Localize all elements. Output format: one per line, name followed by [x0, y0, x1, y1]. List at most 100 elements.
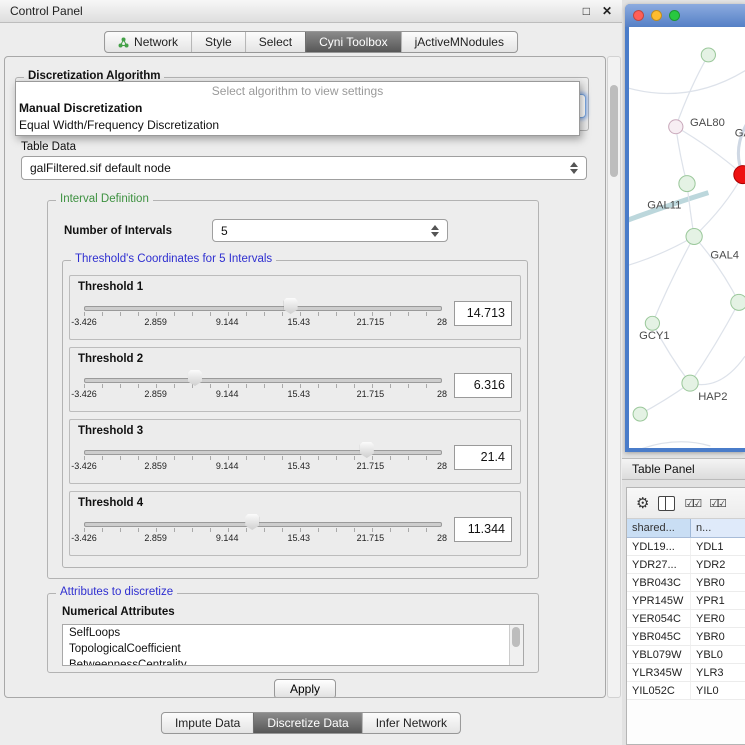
- network-node[interactable]: [645, 316, 659, 330]
- tab-infer-network[interactable]: Infer Network: [362, 713, 460, 733]
- network-edge[interactable]: [640, 383, 690, 414]
- network-node[interactable]: [682, 375, 698, 391]
- cell-name[interactable]: YER0: [691, 610, 745, 627]
- cell-name[interactable]: YLR3: [691, 664, 745, 681]
- tab-jactivemnodules[interactable]: jActiveMNodules: [401, 32, 517, 52]
- cell-name[interactable]: YPR1: [691, 592, 745, 609]
- cell-shared-name[interactable]: YPR145W: [627, 592, 691, 609]
- dropdown-option-manual-discretization[interactable]: Manual Discretization: [16, 100, 579, 117]
- network-node-label: HAP2: [698, 391, 727, 403]
- slider-tick-labels: -3.4262.8599.14415.4321.71528: [84, 461, 442, 473]
- control-panel-title: Control Panel: [10, 4, 83, 18]
- slider-track[interactable]: [84, 306, 442, 311]
- threshold-slider[interactable]: -3.4262.8599.14415.4321.71528: [84, 511, 442, 547]
- cell-name[interactable]: YIL0: [691, 682, 745, 699]
- table-row[interactable]: YPR145W YPR1: [627, 592, 745, 610]
- cell-name[interactable]: YBL0: [691, 646, 745, 663]
- network-node-label: GAL11: [647, 200, 681, 212]
- scrollbar-thumb[interactable]: [512, 627, 520, 647]
- attributes-groupbox: Attributes to discretize Numerical Attri…: [47, 593, 539, 673]
- dropdown-option-equal-width-frequency[interactable]: Equal Width/Frequency Discretization: [16, 117, 579, 134]
- network-edge[interactable]: [694, 175, 743, 237]
- table-data-combobox[interactable]: galFiltered.sif default node: [21, 156, 587, 180]
- threshold-slider[interactable]: -3.4262.8599.14415.4321.71528: [84, 367, 442, 403]
- threshold-value-field[interactable]: 14.713: [454, 301, 512, 326]
- columns-icon[interactable]: [658, 496, 675, 511]
- tab-style[interactable]: Style: [191, 32, 245, 52]
- cell-shared-name[interactable]: YBL079W: [627, 646, 691, 663]
- cell-shared-name[interactable]: YDL19...: [627, 538, 691, 555]
- table-row[interactable]: YIL052C YIL0: [627, 682, 745, 700]
- cell-shared-name[interactable]: YIL052C: [627, 682, 691, 699]
- network-edge[interactable]: [629, 237, 694, 267]
- minimize-traffic-light-icon[interactable]: [651, 10, 662, 21]
- network-node[interactable]: [686, 229, 702, 245]
- table-row[interactable]: YLR345W YLR3: [627, 664, 745, 682]
- tab-select[interactable]: Select: [245, 32, 305, 52]
- table-row[interactable]: YBL079W YBL0: [627, 646, 745, 664]
- attribute-item[interactable]: BetweennessCentrality: [63, 657, 523, 666]
- scrollbar-thumb[interactable]: [610, 85, 618, 177]
- network-edge[interactable]: [676, 127, 687, 184]
- slider-track[interactable]: [84, 522, 442, 527]
- close-traffic-light-icon[interactable]: [633, 10, 644, 21]
- float-window-icon[interactable]: □: [583, 4, 590, 18]
- cell-shared-name[interactable]: YLR345W: [627, 664, 691, 681]
- select-columns-icon[interactable]: ☑☑: [684, 497, 700, 510]
- cell-name[interactable]: YBR0: [691, 574, 745, 591]
- network-node[interactable]: [679, 176, 695, 192]
- threshold-value-field[interactable]: 21.4: [454, 445, 512, 470]
- tab-impute-data[interactable]: Impute Data: [162, 713, 253, 733]
- network-node[interactable]: [701, 48, 715, 62]
- threshold-value-field[interactable]: 6.316: [454, 373, 512, 398]
- tick-label: 15.43: [288, 389, 311, 399]
- tick-label: 21.715: [357, 533, 385, 543]
- control-panel-scrollbar[interactable]: [607, 56, 621, 698]
- network-edge[interactable]: [652, 237, 694, 324]
- threshold-slider[interactable]: -3.4262.8599.14415.4321.71528: [84, 295, 442, 331]
- table-row[interactable]: YBR045C YBR0: [627, 628, 745, 646]
- cell-name[interactable]: YBR0: [691, 628, 745, 645]
- table-row[interactable]: YBR043C YBR0: [627, 574, 745, 592]
- network-canvas[interactable]: GAL80GAGAL11GAL4GCY1HAP2: [629, 27, 745, 448]
- gear-icon[interactable]: ⚙: [636, 496, 649, 511]
- network-node[interactable]: [731, 294, 745, 310]
- apply-button[interactable]: Apply: [274, 679, 336, 698]
- tick-label: 9.144: [216, 533, 239, 543]
- column-header-name[interactable]: n...: [691, 519, 745, 537]
- zoom-traffic-light-icon[interactable]: [669, 10, 680, 21]
- network-edge[interactable]: [694, 237, 739, 303]
- network-edge[interactable]: [629, 442, 710, 448]
- column-header-shared-name[interactable]: shared...: [627, 519, 691, 537]
- attribute-item[interactable]: TopologicalCoefficient: [63, 641, 523, 657]
- tab-network[interactable]: Network: [105, 32, 191, 52]
- stepper-icon: [562, 162, 578, 174]
- table-row[interactable]: YDR27... YDR2: [627, 556, 745, 574]
- attributes-list-scrollbar[interactable]: [509, 625, 523, 665]
- tab-discretize-data[interactable]: Discretize Data: [253, 713, 361, 733]
- table-row[interactable]: YER054C YER0: [627, 610, 745, 628]
- cell-shared-name[interactable]: YER054C: [627, 610, 691, 627]
- network-edge[interactable]: [676, 127, 743, 175]
- cell-shared-name[interactable]: YBR045C: [627, 628, 691, 645]
- threshold-slider[interactable]: -3.4262.8599.14415.4321.71528: [84, 439, 442, 475]
- close-window-icon[interactable]: ✕: [602, 4, 612, 18]
- tick-label: 9.144: [216, 461, 239, 471]
- cell-shared-name[interactable]: YBR043C: [627, 574, 691, 591]
- slider-track[interactable]: [84, 378, 442, 383]
- cell-name[interactable]: YDR2: [691, 556, 745, 573]
- cell-name[interactable]: YDL1: [691, 538, 745, 555]
- table-row[interactable]: YDL19... YDL1: [627, 538, 745, 556]
- numerical-attributes-list[interactable]: SelfLoopsTopologicalCoefficientBetweenne…: [62, 624, 524, 666]
- dropdown-option-placeholder[interactable]: Select algorithm to view settings: [16, 83, 579, 100]
- select-all-columns-icon[interactable]: ☑☑: [709, 497, 725, 510]
- network-node[interactable]: [669, 120, 683, 134]
- number-of-intervals-combobox[interactable]: 5: [212, 219, 448, 242]
- attribute-item[interactable]: SelfLoops: [63, 625, 523, 641]
- tab-cyni-toolbox[interactable]: Cyni Toolbox: [305, 32, 400, 52]
- slider-track[interactable]: [84, 450, 442, 455]
- threshold-value-field[interactable]: 11.344: [454, 517, 512, 542]
- cell-shared-name[interactable]: YDR27...: [627, 556, 691, 573]
- network-node[interactable]: [633, 407, 647, 421]
- network-edge[interactable]: [629, 67, 745, 94]
